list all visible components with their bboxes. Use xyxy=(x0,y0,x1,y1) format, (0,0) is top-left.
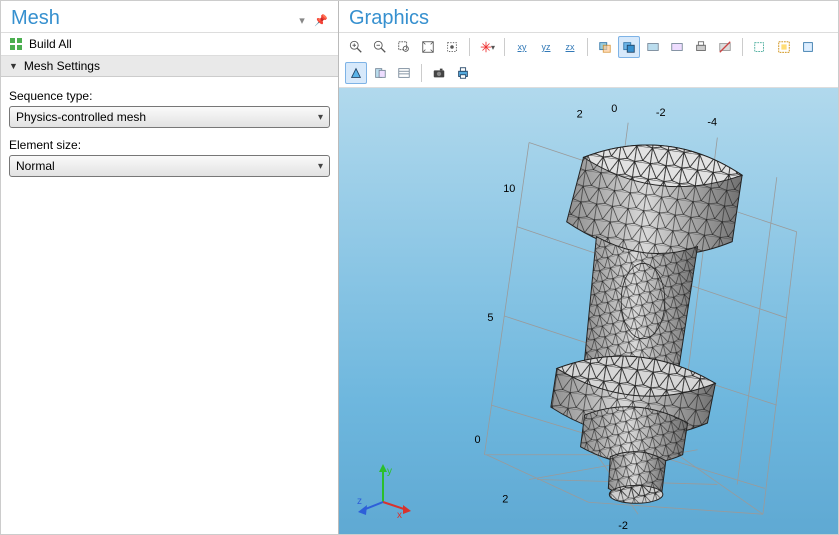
zoom-in-icon[interactable] xyxy=(345,36,367,58)
print-icon[interactable] xyxy=(690,36,712,58)
mesh-settings-header[interactable]: ▼ Mesh Settings xyxy=(1,56,338,77)
sequence-type-value: Physics-controlled mesh xyxy=(16,110,146,124)
scene-light-icon[interactable] xyxy=(345,62,367,84)
hide-icon[interactable] xyxy=(714,36,736,58)
element-size-select[interactable]: Normal xyxy=(9,155,330,177)
graphics-viewport[interactable]: 10 5 0 2 0 -2 -4 2 -2 xyxy=(339,88,838,534)
bot-tick-b: -2 xyxy=(618,520,628,532)
element-size-value: Normal xyxy=(16,159,55,173)
graphics-toolbar: ▾ xy yz zx xyxy=(339,33,838,88)
panel-header-controls: ▾ 📌 xyxy=(295,7,328,30)
top-tick-1: 0 xyxy=(611,103,617,115)
meshed-part xyxy=(551,145,742,503)
graphics-panel-title: Graphics xyxy=(339,1,838,33)
scene-svg: 10 5 0 2 0 -2 -4 2 -2 xyxy=(339,88,838,534)
clip-plane-icon[interactable] xyxy=(369,62,391,84)
panel-menu-icon[interactable]: ▾ xyxy=(299,15,305,27)
build-all-button[interactable]: Build All xyxy=(29,37,72,51)
mesh-toolbar: Build All xyxy=(1,33,338,56)
triad-x-label: x xyxy=(397,510,402,520)
top-tick-2: -2 xyxy=(656,107,666,119)
mesh-panel-header: Mesh ▾ 📌 xyxy=(1,1,338,33)
orientation-triad: y x z xyxy=(353,460,413,520)
print-2-icon[interactable] xyxy=(452,62,474,84)
bot-tick-a: 2 xyxy=(502,493,508,505)
triad-z-label: z xyxy=(357,496,362,507)
render-1-icon[interactable] xyxy=(642,36,664,58)
y-tick-2: 0 xyxy=(475,434,481,446)
mesh-settings-form: Sequence type: Physics-controlled mesh E… xyxy=(1,77,338,185)
select-toggle-icon[interactable] xyxy=(797,36,819,58)
zoom-extents-icon[interactable] xyxy=(417,36,439,58)
view-yz-button[interactable]: yz xyxy=(535,36,557,58)
render-2-icon[interactable] xyxy=(666,36,688,58)
wireframe-icon[interactable] xyxy=(618,36,640,58)
select-form-icon[interactable] xyxy=(749,36,771,58)
mesh-settings-title: Mesh Settings xyxy=(24,59,100,73)
zoom-out-icon[interactable] xyxy=(369,36,391,58)
zoom-selected-icon[interactable] xyxy=(441,36,463,58)
view-xy-button[interactable]: xy xyxy=(511,36,533,58)
collapse-icon: ▼ xyxy=(9,61,18,71)
mesh-panel: Mesh ▾ 📌 Build All ▼ Mesh Settings Seque… xyxy=(1,1,339,534)
select-all-icon[interactable] xyxy=(773,36,795,58)
y-tick-0: 10 xyxy=(503,183,515,195)
sequence-type-select[interactable]: Physics-controlled mesh xyxy=(9,106,330,128)
sequence-type-label: Sequence type: xyxy=(9,89,330,103)
element-size-label: Element size: xyxy=(9,138,330,152)
transparency-icon[interactable] xyxy=(594,36,616,58)
view-zx-button[interactable]: zx xyxy=(559,36,581,58)
top-tick-0: 2 xyxy=(577,109,583,121)
graphics-panel: Graphics ▾ xy yz zx xyxy=(339,1,838,534)
y-tick-1: 5 xyxy=(487,312,493,324)
top-tick-3: -4 xyxy=(707,117,717,129)
mesh-panel-title: Mesh xyxy=(11,7,60,30)
build-all-icon xyxy=(9,37,23,51)
rotate-icon[interactable]: ▾ xyxy=(476,36,498,58)
zoom-box-icon[interactable] xyxy=(393,36,415,58)
panel-pin-icon[interactable]: 📌 xyxy=(314,15,328,27)
triad-y-label: y xyxy=(387,466,392,477)
camera-icon[interactable] xyxy=(428,62,450,84)
view-list-icon[interactable] xyxy=(393,62,415,84)
